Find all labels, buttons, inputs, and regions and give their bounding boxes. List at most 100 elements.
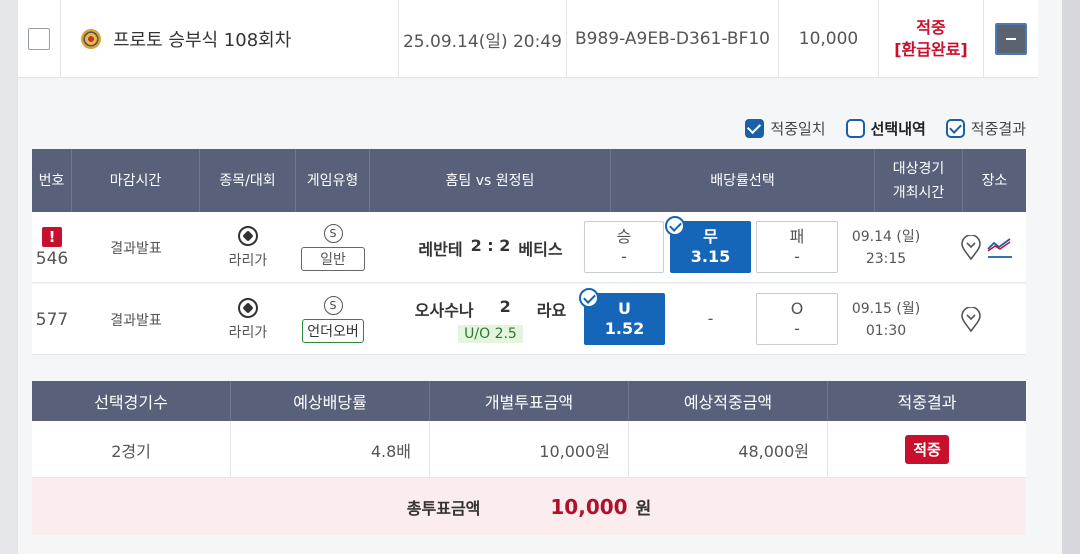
header-teams: 홈팀 vs 원정팀	[370, 149, 611, 212]
header-bet-amount: 개별투표금액	[430, 381, 629, 421]
header-count: 선택경기수	[32, 381, 231, 421]
odds-value: 3.15	[690, 247, 731, 266]
bet-summary-row: 2경기 4.8배 10,000원 48,000원 적중	[32, 421, 1026, 478]
row-league: 라리가	[228, 324, 268, 341]
odds-value: 1.52	[604, 319, 645, 338]
selected-check-icon	[579, 288, 599, 308]
bet-amount: 10,000원	[430, 421, 629, 478]
home-team: 오사수나	[414, 300, 474, 320]
match-date: 09.14 (일)	[851, 228, 921, 245]
row-num: 546	[35, 248, 69, 269]
away-team: 라요	[536, 300, 567, 320]
filter-label: 적중결과	[970, 120, 1026, 138]
game-type-badge: 언더오버	[302, 319, 364, 343]
odds-label: 무	[703, 227, 718, 246]
alert-icon: !	[42, 226, 62, 247]
expected-win: 48,000원	[629, 421, 828, 478]
result-refund-complete: [환급완료]	[894, 40, 968, 59]
row-teams: 레반테 2 : 2 베티스	[370, 212, 611, 283]
header-venue: 장소	[981, 172, 1008, 189]
odds-draw-button[interactable]: 무 3.15	[665, 216, 751, 273]
odds-value: -	[794, 247, 800, 266]
total-unit: 원	[635, 499, 652, 519]
collapse-cell	[983, 0, 1038, 78]
selected-check-icon	[665, 216, 685, 236]
game-type-badge: 일반	[301, 247, 365, 271]
ticket-id: B989-A9EB-D361-BF10	[566, 0, 778, 78]
check-icon	[745, 119, 765, 138]
row-num: 577	[35, 309, 69, 330]
filter-label: 적중일치	[770, 120, 826, 138]
location-pin-icon[interactable]	[960, 234, 982, 261]
filter-hit-result[interactable]: 적중결과	[945, 118, 1026, 139]
game-name: 프로토 승부식 108회차	[113, 30, 292, 51]
match-table-header: 번호 마감시간 종목/대회 게임유형 홈팀 vs 원정팀 배당률선택 대상경기 …	[32, 149, 1026, 212]
odds-label: U	[618, 299, 631, 318]
result-cell: 적중	[828, 421, 1026, 478]
odds-label: O	[790, 299, 804, 318]
table-row: ! 546 결과발표 라리가 S 일반 레반테 2 : 2 베티스 승 - 무 …	[32, 212, 1026, 283]
select-cell	[18, 0, 60, 78]
away-team: 베티스	[518, 239, 563, 259]
ticket-result: 적중 [환급완료]	[878, 0, 983, 78]
expected-odds: 4.8배	[231, 421, 430, 478]
total-value: 10,000	[550, 495, 628, 519]
check-icon	[945, 119, 965, 138]
home-team: 레반테	[418, 239, 463, 259]
score: 2	[499, 296, 511, 316]
checkbox-empty-icon	[845, 119, 865, 138]
trend-chart-icon[interactable]	[986, 235, 1014, 261]
soccer-ball-icon	[238, 297, 258, 318]
ticket-amount: 10,000	[778, 0, 878, 78]
row-league: 라리가	[228, 252, 268, 269]
odds-middle: -	[670, 293, 751, 345]
score: 2 : 2	[470, 235, 511, 255]
scrollbar[interactable]	[1062, 0, 1080, 554]
header-result: 적중결과	[897, 393, 957, 412]
match-time: 01:30	[865, 322, 907, 339]
soccer-ball-icon	[238, 225, 258, 246]
row-num-cell: 577	[32, 284, 72, 355]
odds-value: -	[707, 309, 714, 328]
header-match-time-line1: 대상경기	[892, 160, 945, 177]
row-deadline: 결과발표	[110, 240, 162, 257]
filter-bar: 적중일치 선택내역 적중결과	[745, 118, 1026, 139]
filter-hit-match[interactable]: 적중일치	[745, 118, 826, 139]
single-game-icon: S	[323, 224, 343, 243]
odds-lose-button[interactable]: 패 -	[756, 221, 838, 273]
row-teams: 오사수나 2 라요 U/O 2.5	[370, 284, 611, 355]
table-row: 577 결과발표 라리가 S 언더오버 오사수나 2 라요 U/O 2.5 U …	[32, 284, 1026, 355]
odds-under-button[interactable]: U 1.52	[579, 288, 665, 345]
header-num: 번호	[32, 149, 72, 212]
target-icon	[81, 29, 101, 49]
row-num-cell: ! 546	[32, 212, 72, 283]
under-over-badge: U/O 2.5	[458, 324, 523, 343]
row-match-time: 09.15 (월) 01:30	[840, 284, 932, 355]
ticket-summary-row: 프로토 승부식 108회차 25.09.14(일) 20:49 B989-A9E…	[18, 0, 1038, 78]
result-hit: 적중	[916, 18, 946, 37]
filter-selection[interactable]: 선택내역	[845, 118, 926, 139]
row-venue	[948, 284, 994, 355]
odds-label: 패	[789, 227, 805, 246]
hit-badge: 적중	[905, 435, 949, 464]
panel-gutter	[1038, 0, 1062, 554]
odds-win-button[interactable]: 승 -	[584, 221, 664, 273]
collapse-button[interactable]	[995, 23, 1027, 55]
ticket-select-checkbox[interactable]	[28, 28, 50, 50]
header-match-time-line2: 개최시간	[892, 184, 945, 201]
header-expected-win: 예상적중금액	[629, 381, 828, 421]
game-name-cell: 프로토 승부식 108회차	[60, 0, 398, 78]
row-match-time: 09.14 (일) 23:15	[840, 212, 932, 283]
location-pin-icon[interactable]	[960, 306, 982, 333]
header-game-type: 게임유형	[296, 149, 370, 212]
header-expected-odds: 예상배당률	[231, 381, 430, 421]
match-date: 09.15 (월)	[851, 300, 921, 317]
odds-label: 승	[616, 227, 632, 246]
total-bet-row: 총투표금액 10,000 원	[32, 478, 1026, 535]
match-time: 23:15	[865, 250, 907, 267]
row-venue	[948, 212, 1026, 283]
filter-label: 선택내역	[870, 120, 926, 138]
header-deadline: 마감시간	[72, 149, 200, 212]
header-match-time: 대상경기 개최시간	[875, 149, 963, 212]
odds-over-button[interactable]: O -	[756, 293, 838, 345]
